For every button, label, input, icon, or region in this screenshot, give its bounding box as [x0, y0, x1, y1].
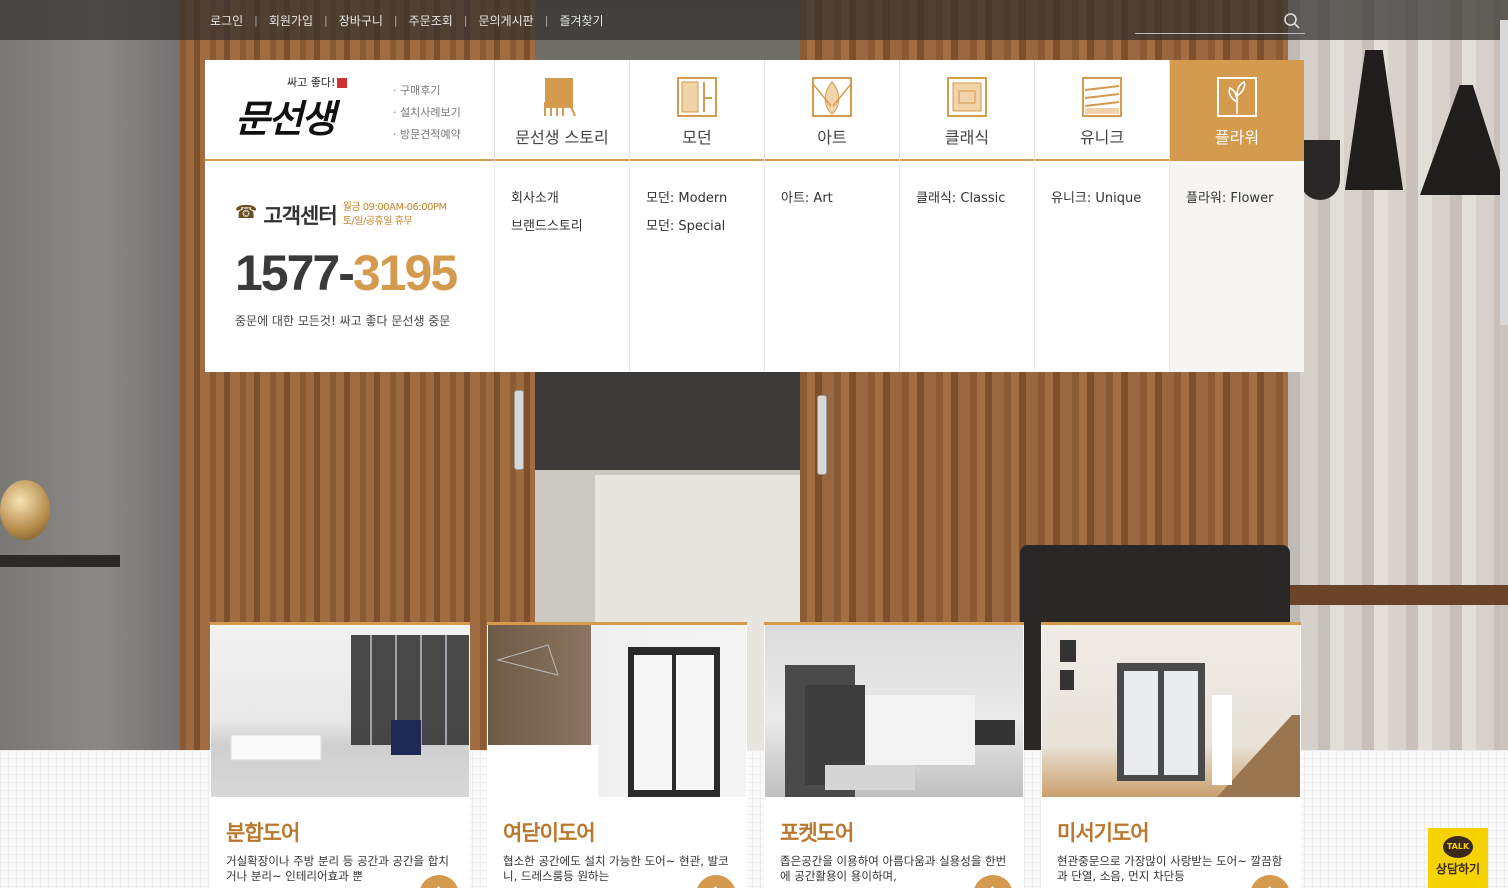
product-card[interactable]: 여닫이도어 협소한 공간에도 설치 가능한 도어~ 현관, 발코니, 드레스룸등…	[487, 622, 747, 888]
product-image	[211, 625, 469, 797]
search-input[interactable]	[1135, 10, 1275, 32]
flower-icon	[1217, 77, 1257, 117]
menu-label: 플라워	[1214, 128, 1260, 147]
submenu-item[interactable]: 모던: Special	[646, 215, 764, 243]
submenu-item[interactable]: 브랜드스토리	[511, 215, 629, 243]
quick-links: · 구매후기 · 설치사례보기 · 방문견적예약	[393, 82, 461, 148]
logo-brand: 문선생	[235, 96, 336, 141]
product-title: 여닫이도어	[503, 821, 596, 845]
menu-modern[interactable]: 모던	[629, 60, 764, 161]
art-icon	[812, 77, 852, 117]
menu-classic[interactable]: 클래식	[899, 60, 1034, 161]
product-description: 좁은공간을 이용하여 아름다움과 실용성을 한번에 공간활용이 용이하며,	[780, 854, 1007, 883]
bookmark-link[interactable]: 즐겨찾기	[559, 12, 603, 29]
install-cases-link[interactable]: · 설치사례보기	[393, 104, 461, 126]
customer-center: ☎ 고객센터 월금 09:00AM-06:00PM 토/일/공휴일 휴무 157…	[235, 200, 485, 329]
login-link[interactable]: 로그인	[210, 12, 243, 29]
submenu-item[interactable]: 아트: Art	[781, 187, 899, 215]
top-links: 로그인 | 회원가입 | 장바구니 | 주문조회 | 문의게시판 | 즐겨찾기	[210, 12, 604, 29]
talk-bubble-icon: TALK	[1443, 836, 1473, 858]
submenu-modern: 모던: Modern 모던: Special	[629, 161, 764, 372]
seal-icon	[337, 78, 348, 88]
product-description: 거실확장이나 주방 분리 등 공간과 공간을 합치거나 분리~ 인테리어효과 뿐	[226, 854, 449, 883]
submenu-item[interactable]: 모던: Modern	[646, 187, 764, 215]
submenu-story: 회사소개 브랜드스토리	[494, 161, 629, 372]
product-card[interactable]: 포켓도어 좁은공간을 이용하여 아름다움과 실용성을 한번에 공간활용이 용이하…	[764, 622, 1024, 888]
product-description: 협소한 공간에도 설치 가능한 도어~ 현관, 발코니, 드레스룸등 원하는	[503, 854, 729, 883]
menu-art[interactable]: 아트	[764, 60, 899, 161]
qna-board-link[interactable]: 문의게시판	[479, 12, 534, 29]
product-title: 분합도어	[226, 821, 300, 845]
menu-flower[interactable]: 플라워	[1169, 60, 1304, 173]
product-description: 현관중문으로 가장많이 사랑받는 도어~ 깔끔함과 단열, 소음, 먼지 차단등	[1057, 854, 1283, 883]
search-icon[interactable]	[1283, 12, 1301, 30]
phone-icon: ☎	[235, 202, 258, 223]
product-card[interactable]: 분합도어 거실확장이나 주방 분리 등 공간과 공간을 합치거나 분리~ 인테리…	[210, 622, 470, 888]
menu-label: 클래식	[944, 128, 990, 147]
product-image	[488, 625, 746, 797]
cart-link[interactable]: 장바구니	[339, 12, 383, 29]
classic-icon	[947, 77, 987, 117]
product-image	[765, 625, 1023, 797]
order-lookup-link[interactable]: 주문조회	[409, 12, 453, 29]
menu-label: 유니크	[1079, 128, 1125, 147]
main-nav-panel: 싸고 좋다! 문선생 · 구매후기 · 설치사례보기 · 방문견적예약 문선생 …	[205, 60, 1304, 372]
submenu-flower: 플라워: Flower	[1169, 161, 1304, 372]
slogan: 중문에 대한 모든것! 싸고 좋다 문선생 중문	[235, 314, 451, 328]
modern-icon	[677, 77, 717, 117]
main-nav: 싸고 좋다! 문선생 · 구매후기 · 설치사례보기 · 방문견적예약 문선생 …	[205, 60, 1304, 173]
phone-number[interactable]: 1577-3195	[235, 248, 485, 298]
submenu-art: 아트: Art	[764, 161, 899, 372]
decor-globe	[0, 480, 50, 540]
search-box	[1135, 10, 1305, 34]
pendant-lamp	[1300, 140, 1340, 200]
unique-icon	[1082, 77, 1122, 117]
side-shelf	[0, 555, 120, 567]
submenu-item[interactable]: 유니크: Unique	[1051, 187, 1169, 215]
product-title: 포켓도어	[780, 821, 854, 845]
submenu-columns: 회사소개 브랜드스토리 모던: Modern 모던: Special 아트: A…	[494, 161, 1304, 372]
scrollbar[interactable]	[1500, 20, 1508, 325]
door-handle	[514, 390, 524, 470]
business-hours: 월금 09:00AM-06:00PM 토/일/공휴일 휴무	[342, 202, 447, 227]
menu-label: 모던	[682, 128, 712, 147]
customer-center-title: 고객센터	[263, 204, 337, 228]
menu-story[interactable]: 문선생 스토리	[494, 60, 629, 161]
submenu-item[interactable]: 클래식: Classic	[916, 187, 1034, 215]
product-card[interactable]: 미서기도어 현관중문으로 가장많이 사랑받는 도어~ 깔끔함과 단열, 소음, …	[1041, 622, 1301, 888]
site-logo[interactable]: 싸고 좋다! 문선생	[235, 74, 365, 144]
talk-label: 상담하기	[1435, 862, 1481, 876]
submenu-classic: 클래식: Classic	[899, 161, 1034, 372]
top-utility-bar: 로그인 | 회원가입 | 장바구니 | 주문조회 | 문의게시판 | 즐겨찾기	[0, 0, 1508, 40]
submenu-item[interactable]: 회사소개	[511, 187, 629, 215]
review-link[interactable]: · 구매후기	[393, 82, 461, 104]
product-title: 미서기도어	[1057, 821, 1150, 845]
concrete-wall	[0, 0, 200, 760]
product-image	[1042, 625, 1300, 797]
category-menu: 문선생 스토리 모던 아트 클래식 유니크 플라워	[494, 60, 1304, 173]
visit-estimate-link[interactable]: · 방문견적예약	[393, 126, 461, 148]
kakao-talk-consult-button[interactable]: TALK 상담하기	[1428, 828, 1488, 888]
menu-unique[interactable]: 유니크	[1034, 60, 1169, 161]
submenu-unique: 유니크: Unique	[1034, 161, 1169, 372]
product-cards: 분합도어 거실확장이나 주방 분리 등 공간과 공간을 합치거나 분리~ 인테리…	[210, 622, 1318, 888]
submenu-item[interactable]: 플라워: Flower	[1186, 187, 1304, 215]
menu-label: 아트	[817, 128, 847, 147]
door-handle	[817, 395, 827, 475]
signup-link[interactable]: 회원가입	[269, 12, 313, 29]
menu-label: 문선생 스토리	[515, 128, 609, 147]
story-icon	[544, 78, 576, 117]
